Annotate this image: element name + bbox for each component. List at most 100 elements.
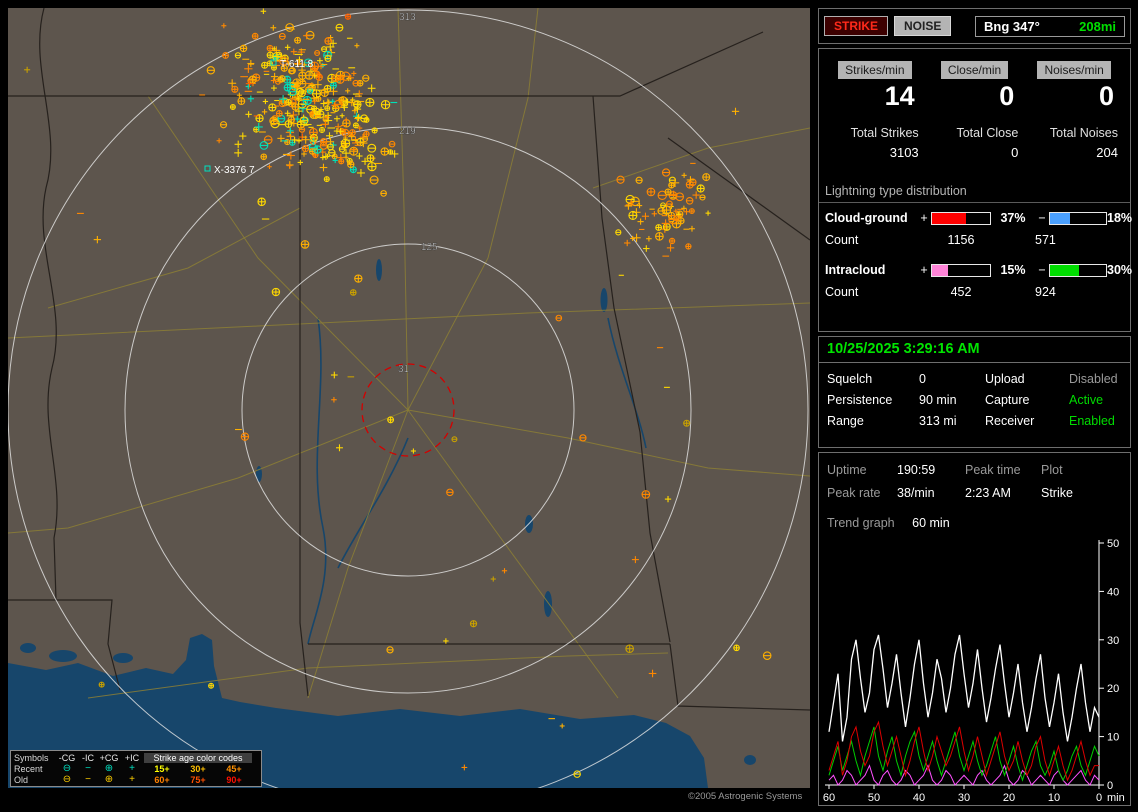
close-column: Close/min 0 Total Close 0	[925, 61, 1025, 160]
strike-symbol	[685, 243, 692, 250]
strike-symbol	[297, 89, 306, 98]
cloud-ground-label: Cloud-ground	[825, 211, 908, 225]
cg-minus-percent: 18%	[1107, 211, 1133, 225]
settings-grid: Squelch 0 Upload Disabled Persistence 90…	[819, 363, 1130, 428]
y-tick-label: 30	[1107, 635, 1119, 647]
x-tick-label: 10	[1048, 792, 1060, 804]
strike-symbol	[625, 644, 634, 654]
neg-ic-recent-icon: −	[85, 762, 91, 774]
strike-symbol	[248, 75, 257, 84]
plus-sign: +	[920, 211, 928, 225]
y-tick-label: 50	[1107, 538, 1119, 550]
strike-symbol	[320, 88, 329, 98]
strike-symbol	[341, 128, 350, 137]
legend-old-row: Old ⊖ − ⊕ + 60+ 75+ 90+	[11, 774, 261, 785]
strike-symbol	[387, 149, 394, 155]
age-15: 15+	[154, 763, 170, 774]
capture-status: Active	[1069, 393, 1104, 407]
distribution-title: Lightning type distribution	[819, 184, 1130, 203]
strike-symbol	[278, 75, 286, 83]
map-svg[interactable]: 313 219 125 31 T-611 8 X-3376 7	[8, 8, 810, 788]
strikes-per-min-chip[interactable]: Strikes/min	[838, 61, 912, 79]
strike-symbol	[304, 70, 314, 80]
ring-distance-label: 313	[399, 12, 416, 23]
strike-symbol	[668, 237, 676, 245]
ic-plus-percent: 15%	[1000, 263, 1026, 277]
strike-symbol	[371, 127, 378, 134]
ic-minus-gauge	[1049, 263, 1107, 277]
strike-symbol	[271, 287, 281, 297]
strike-indicator-button[interactable]: STRIKE	[824, 16, 889, 36]
capture-label: Capture	[985, 393, 1030, 407]
strike-symbol	[662, 222, 671, 231]
strike-symbol	[98, 681, 105, 688]
strike-symbol	[261, 61, 269, 69]
age-45: 45+	[226, 763, 242, 774]
trend-graph-label: Trend graph	[827, 516, 895, 530]
pos-ic-old-icon: +	[129, 773, 135, 785]
total-strikes-label: Total Strikes	[850, 126, 919, 140]
strike-symbol	[348, 129, 356, 136]
strike-symbol	[208, 682, 215, 689]
lake	[376, 259, 382, 281]
strike-symbol	[324, 105, 331, 112]
count-label: Count	[825, 233, 859, 247]
y-tick-label: 10	[1107, 732, 1119, 744]
upload-label: Upload	[985, 372, 1025, 386]
range-label: Range	[827, 414, 864, 428]
ring-distance-label: 125	[421, 242, 438, 253]
strike-symbol	[685, 180, 694, 189]
strike-symbol	[733, 644, 740, 652]
x-tick-label: 20	[1003, 792, 1015, 804]
strike-symbol	[365, 97, 375, 107]
cg-minus-gauge	[1049, 211, 1107, 225]
cg-minus-count: 571	[1035, 233, 1056, 247]
lake	[544, 591, 552, 617]
plot-value: Strike	[1041, 486, 1073, 500]
strike-symbol	[260, 153, 268, 161]
ic-minus-percent: 30%	[1107, 263, 1133, 277]
neg-ic-old-icon: −	[85, 773, 91, 785]
intracloud-row: Intracloud + 15% − 30%	[825, 263, 1132, 277]
strike-symbol	[275, 110, 283, 117]
receiver-label: Receiver	[985, 414, 1035, 428]
station-label: X-3376 7	[214, 165, 255, 176]
age-60: 60+	[154, 774, 170, 785]
strike-symbol	[387, 416, 395, 424]
upload-status: Disabled	[1069, 372, 1118, 386]
map-canvas[interactable]: 313 219 125 31 T-611 8 X-3376 7 Symbols -CG -…	[8, 8, 810, 788]
strike-symbol	[366, 154, 375, 163]
pos-cg-recent-icon: ⊕	[104, 762, 114, 774]
strike-symbol	[270, 64, 278, 71]
y-tick-label: 40	[1107, 586, 1119, 598]
legend-col-pos-ic: +IC	[124, 752, 140, 763]
legend-col-neg-cg: -CG	[58, 752, 76, 763]
strike-symbol	[655, 224, 663, 231]
peak-time-value: 2:23 AM	[965, 486, 1011, 500]
persistence-label: Persistence	[827, 393, 893, 407]
uptime-label: Uptime	[827, 463, 867, 477]
pos-ic-recent-icon: +	[129, 762, 135, 774]
noise-indicator-button[interactable]: NOISE	[894, 16, 952, 36]
strike-symbol	[222, 52, 229, 59]
age-75: 75+	[190, 774, 206, 785]
squelch-value: 0	[919, 372, 926, 386]
pos-cg-old-icon: ⊕	[104, 773, 114, 785]
squelch-label: Squelch	[827, 372, 873, 386]
cg-plus-gauge	[931, 211, 991, 225]
x-tick-label: 40	[913, 792, 925, 804]
ic-plus-count: 452	[950, 285, 972, 299]
total-strikes-value: 3103	[889, 145, 919, 160]
close-per-min-value: 0	[999, 81, 1015, 111]
x-tick-label: 60	[823, 792, 835, 804]
legend-recent-row: Recent ⊖ − ⊕ + 15+ 30+ 45+	[11, 763, 261, 774]
strike-symbol	[347, 160, 355, 169]
plus-sign: +	[920, 263, 928, 277]
strike-symbol	[380, 99, 391, 110]
age-90: 90+	[226, 774, 242, 785]
persistence-value: 90 min	[919, 393, 957, 407]
close-per-min-chip[interactable]: Close/min	[940, 61, 1009, 79]
noises-per-min-chip[interactable]: Noises/min	[1037, 61, 1111, 79]
status-box: 10/25/2025 3:29:16 AM Squelch 0 Upload D…	[818, 336, 1131, 448]
trend-graph-row: Trend graph 60 min	[819, 500, 1130, 530]
